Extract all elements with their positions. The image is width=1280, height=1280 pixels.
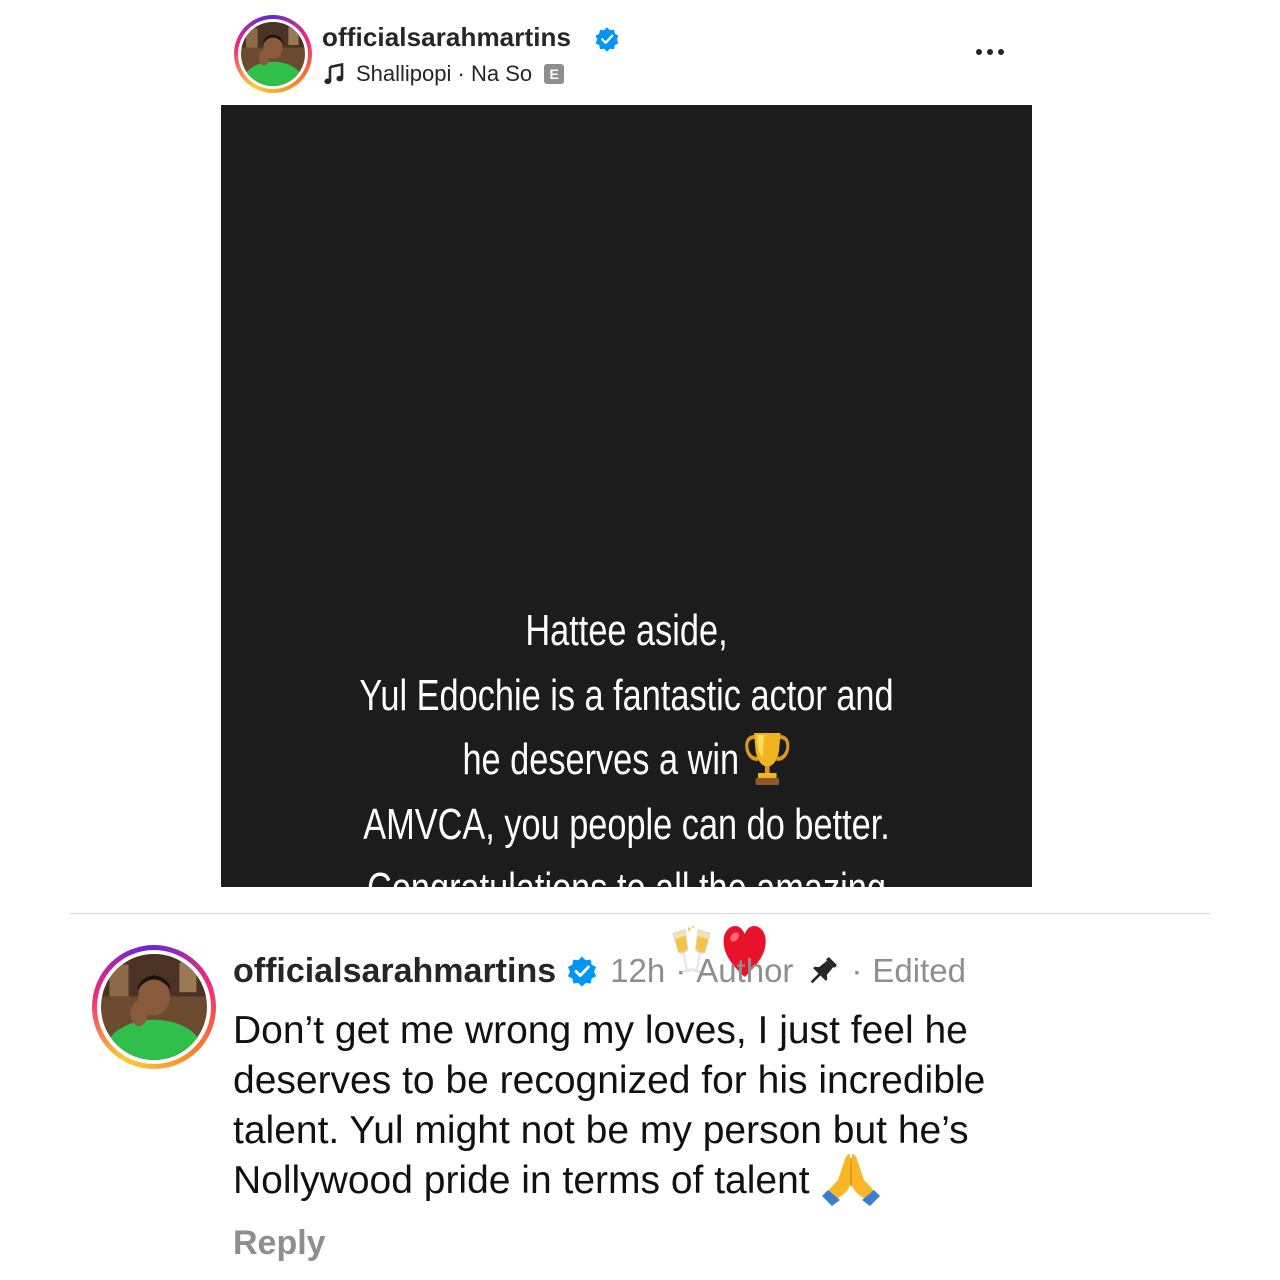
avatar-gap [97, 950, 211, 1064]
more-options-button[interactable] [968, 40, 1012, 64]
verified-badge-icon [595, 27, 619, 52]
comment-meta: officialsarahmartins 12h · Author · Edit… [233, 950, 966, 992]
explicit-badge: E [544, 64, 565, 84]
avatar [241, 22, 305, 86]
separator-dot: · [675, 952, 687, 989]
comment-text: Don’t get me wrong my loves, I just feel… [233, 1006, 1153, 1206]
comment-avatar-ring[interactable] [92, 945, 216, 1069]
avatar-gap [238, 19, 308, 89]
author-label: Author [696, 952, 794, 989]
comment-line: talent. Yul might not be my person but h… [233, 1109, 969, 1152]
pin-icon [811, 957, 837, 983]
more-dot-icon [987, 49, 993, 55]
comment-line: Nollywood pride in terms of talent [233, 1153, 1153, 1206]
music-row[interactable]: Shallipopi · Na So E [324, 60, 565, 88]
music-note-icon [324, 63, 344, 85]
comment-line: deserves to be recognized for his incred… [233, 1059, 986, 1102]
verified-badge-icon [568, 956, 597, 987]
story-line: Yul Edochie is a fantastic actor and [359, 670, 894, 720]
story-text: Hattee aside, Yul Edochie is a fantastic… [221, 599, 1032, 986]
comment-time: 12h [610, 952, 666, 989]
post-header: officialsarahmartins Shallipopi · Na So … [0, 0, 1280, 100]
story-ring[interactable] [234, 15, 312, 93]
divider [70, 913, 1210, 914]
folded-hands-icon [821, 1153, 880, 1206]
trophy-icon [745, 733, 790, 786]
story-line: he deserves a win [310, 728, 943, 793]
story-line: AMVCA, you people can do better. [363, 799, 890, 849]
comment-line: Don’t get me wrong my loves, I just feel… [233, 1009, 968, 1052]
music-track: Shallipopi · Na So [356, 61, 533, 86]
comment-username[interactable]: officialsarahmartins [233, 952, 556, 991]
post-username[interactable]: officialsarahmartins [322, 22, 571, 53]
edited-label: Edited [872, 952, 966, 989]
more-dot-icon [998, 49, 1004, 55]
story-line: Hattee aside, [525, 606, 728, 655]
story-line: Congratulations to all the amazing [367, 864, 886, 913]
more-dot-icon [976, 49, 982, 55]
reply-button[interactable]: Reply [233, 1224, 326, 1263]
separator-dot: · [851, 952, 863, 989]
story-image[interactable]: Hattee aside, Yul Edochie is a fantastic… [221, 105, 1032, 978]
comment-avatar [101, 954, 207, 1060]
